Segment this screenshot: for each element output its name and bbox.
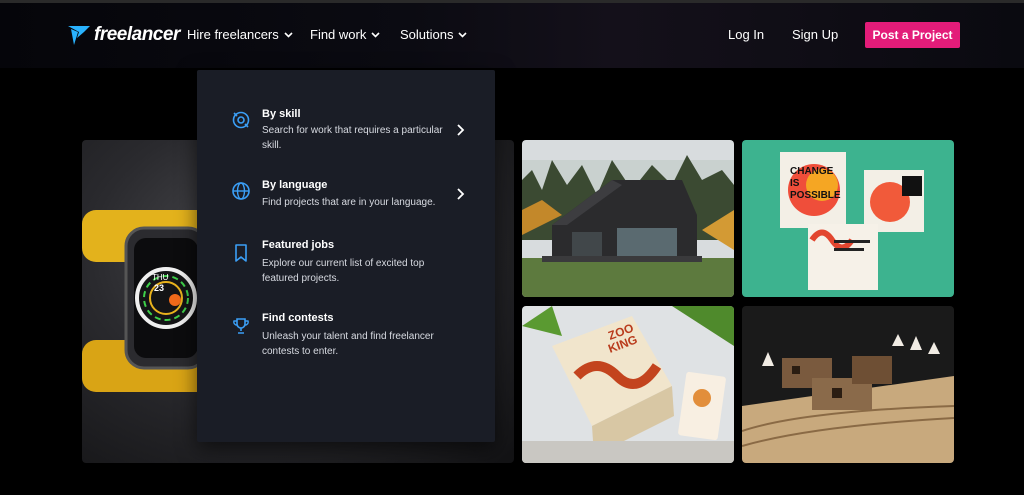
poster-text-line-3: POSSIBLE bbox=[790, 190, 841, 201]
architecture-model-image[interactable] bbox=[742, 306, 954, 463]
nav-hire-freelancers[interactable]: Hire freelancers bbox=[187, 27, 294, 42]
cabin-illustration bbox=[522, 140, 734, 297]
chevron-down-icon bbox=[371, 32, 380, 38]
bookmark-icon bbox=[235, 244, 247, 262]
dropdown-item-title: Find contests bbox=[262, 312, 334, 324]
dropdown-item-description: Search for work that requires a particul… bbox=[262, 125, 443, 151]
post-project-button[interactable]: Post a Project bbox=[865, 22, 960, 48]
architecture-model-illustration bbox=[742, 306, 954, 463]
chevron-down-icon bbox=[458, 32, 468, 38]
dropdown-item-title: Featured jobs bbox=[262, 239, 335, 251]
top-border bbox=[0, 0, 1024, 3]
find-work-dropdown-menu: By skill Search for work that requires a… bbox=[197, 70, 495, 442]
nav-solutions[interactable]: Solutions bbox=[400, 27, 468, 42]
poster-text-line-2: IS bbox=[790, 178, 800, 189]
poster-illustration: CHANGE IS POSSIBLE bbox=[742, 140, 954, 297]
zoo-king-packaging-image[interactable]: ZOO KING bbox=[522, 306, 734, 463]
dropdown-item-description: Explore our current list of excited top … bbox=[262, 258, 425, 284]
chevron-down-icon bbox=[284, 32, 293, 38]
freelancer-logo[interactable]: freelancer bbox=[66, 22, 180, 48]
watch-date-text: 23 bbox=[154, 283, 164, 293]
dropdown-item-title: By language bbox=[262, 179, 328, 191]
login-link[interactable]: Log In bbox=[728, 27, 764, 42]
skill-badge-icon bbox=[232, 111, 250, 129]
nav-find-work-label: Find work bbox=[310, 27, 367, 42]
logo-text: freelancer bbox=[94, 24, 180, 45]
dropdown-item-by-skill[interactable]: By skill Search for work that requires a… bbox=[197, 104, 495, 156]
chevron-right-icon bbox=[457, 188, 465, 200]
dropdown-item-featured-jobs[interactable]: Featured jobs Explore our current list o… bbox=[197, 237, 495, 289]
dropdown-item-description: Find projects that are in your language. bbox=[262, 197, 436, 208]
cabin-image[interactable] bbox=[522, 140, 734, 297]
watch-day-text: THU bbox=[152, 273, 169, 282]
dropdown-item-find-contests[interactable]: Find contests Unleash your talent and fi… bbox=[197, 310, 495, 362]
poster-text-line-1: CHANGE bbox=[790, 166, 834, 177]
trophy-icon bbox=[233, 318, 249, 334]
freelancer-bird-icon bbox=[68, 26, 90, 45]
packaging-illustration: ZOO KING bbox=[522, 306, 734, 463]
nav-solutions-label: Solutions bbox=[400, 27, 454, 42]
nav-hire-freelancers-label: Hire freelancers bbox=[187, 27, 279, 42]
chevron-right-icon bbox=[457, 124, 465, 136]
dropdown-item-title: By skill bbox=[262, 108, 301, 120]
globe-icon bbox=[232, 182, 250, 200]
nav-find-work[interactable]: Find work bbox=[310, 27, 381, 42]
poster-design-image[interactable]: CHANGE IS POSSIBLE bbox=[742, 140, 954, 297]
dropdown-item-by-language[interactable]: By language Find projects that are in yo… bbox=[197, 176, 495, 216]
dropdown-item-description: Unleash your talent and find freelancer … bbox=[262, 331, 434, 357]
signup-link[interactable]: Sign Up bbox=[792, 27, 838, 42]
